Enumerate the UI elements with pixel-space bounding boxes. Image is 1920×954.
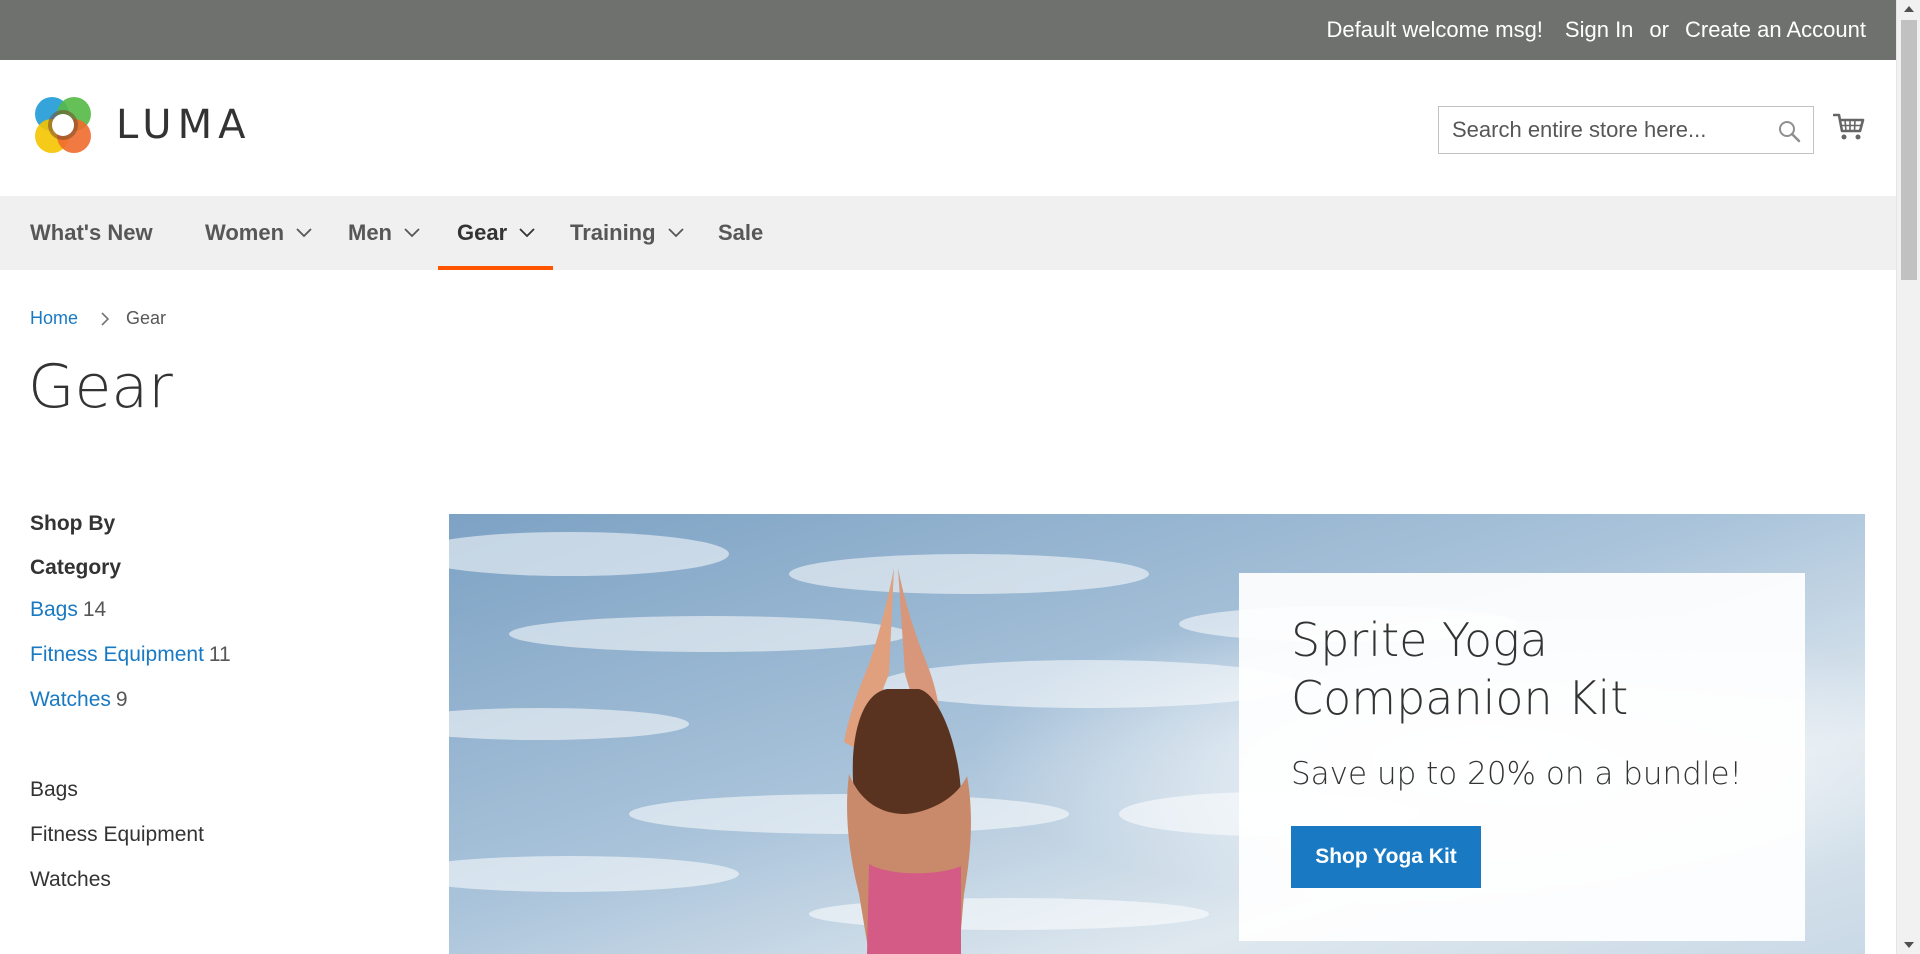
search-input[interactable] <box>1439 107 1813 153</box>
nav-item-whats-new[interactable]: What's New <box>30 196 153 270</box>
chevron-down-icon <box>667 228 684 238</box>
page-title: Gear <box>28 352 173 422</box>
category-link-bags[interactable]: Bags <box>30 778 78 802</box>
breadcrumb-home-link[interactable]: Home <box>30 308 78 329</box>
logo[interactable]: LUMA <box>30 92 251 158</box>
breadcrumb: Home Gear <box>30 308 166 329</box>
search-box <box>1438 106 1814 154</box>
nav-label: Sale <box>718 220 764 245</box>
nav-item-gear[interactable]: Gear <box>437 196 554 270</box>
logo-wordmark: LUMA <box>116 102 252 148</box>
create-account-link[interactable]: Create an Account <box>1685 17 1866 43</box>
filter-category-title: Category <box>30 556 122 579</box>
nav-item-men[interactable]: Men <box>348 196 420 270</box>
welcome-message: Default welcome msg! <box>1326 17 1543 42</box>
sign-in-link[interactable]: Sign In <box>1565 17 1634 43</box>
promo-subtitle: Save up to 20% on a bundle! <box>1291 756 1742 792</box>
breadcrumb-current: Gear <box>126 308 167 328</box>
main-navigation: What's New Women Men Gear Training Sale <box>0 196 1896 270</box>
scroll-down-icon[interactable] <box>1904 942 1914 948</box>
filter-label: Bags <box>30 598 78 621</box>
header-links: Default welcome msg! Sign In or Create a… <box>1327 0 1867 60</box>
chevron-down-icon <box>404 228 420 238</box>
chevron-right-icon <box>101 311 110 326</box>
nav-item-women[interactable]: Women <box>205 196 312 270</box>
nav-label: Women <box>205 220 285 245</box>
nav-item-training[interactable]: Training <box>570 196 684 270</box>
luma-logo-icon <box>35 97 91 153</box>
page-scrollbar[interactable] <box>1896 0 1920 954</box>
chevron-down-icon <box>296 228 312 238</box>
cart-icon[interactable] <box>1833 111 1865 143</box>
filter-count: 11 <box>208 643 231 666</box>
scrollbar-thumb[interactable] <box>1901 20 1917 280</box>
promo-title: Sprite Yoga Companion Kit <box>1291 613 1629 725</box>
or-text: or <box>1649 17 1669 42</box>
scroll-up-icon[interactable] <box>1904 6 1914 12</box>
category-link-fitness-equipment[interactable]: Fitness Equipment <box>30 823 204 847</box>
chevron-down-icon <box>519 228 535 238</box>
header-panel: Default welcome msg! Sign In or Create a… <box>0 0 1896 60</box>
promo-card: Sprite Yoga Companion Kit Save up to 20%… <box>1239 573 1805 941</box>
search-icon[interactable] <box>1777 119 1801 143</box>
nav-label: Men <box>348 220 392 245</box>
filter-label: Watches <box>30 688 111 711</box>
filter-label: Fitness Equipment <box>30 643 204 666</box>
nav-label: Gear <box>457 220 508 245</box>
category-link-watches[interactable]: Watches <box>30 868 111 892</box>
page: Default welcome msg! Sign In or Create a… <box>0 0 1896 954</box>
nav-label: Training <box>570 220 656 245</box>
filter-option-bags[interactable]: Bags 14 <box>30 598 106 622</box>
filter-option-watches[interactable]: Watches 9 <box>30 688 128 712</box>
filter-count: 9 <box>115 688 128 711</box>
nav-item-sale[interactable]: Sale <box>718 196 763 270</box>
hero-banner[interactable]: Sprite Yoga Companion Kit Save up to 20%… <box>449 514 1865 954</box>
filter-count: 14 <box>82 598 107 621</box>
shop-by-heading: Shop By <box>30 512 116 535</box>
shop-yoga-kit-button[interactable]: Shop Yoga Kit <box>1291 826 1481 888</box>
filter-option-fitness-equipment[interactable]: Fitness Equipment 11 <box>30 643 231 667</box>
nav-label: What's New <box>30 220 153 245</box>
